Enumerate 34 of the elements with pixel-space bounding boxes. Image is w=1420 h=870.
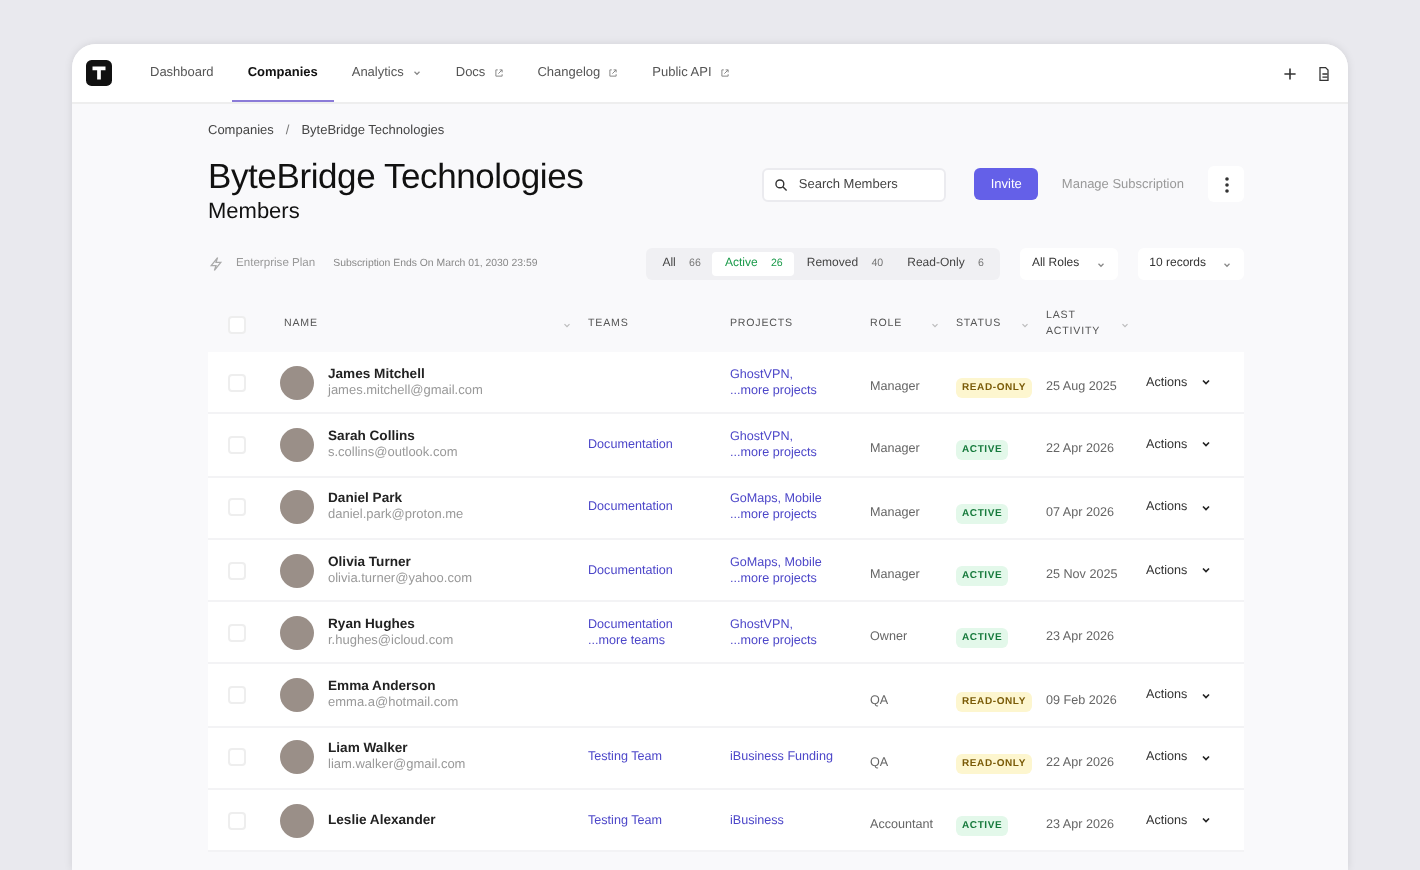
avatar [280,678,314,713]
avatar [280,365,314,400]
page-subtitle: Members [208,200,302,224]
avatar [280,615,314,650]
chevron-down-icon [1199,376,1212,389]
sort-icon[interactable] [930,320,940,330]
avatar [280,427,314,462]
external-link-icon [493,67,504,77]
chevron-down-icon [1199,814,1212,827]
search-icon [774,177,789,191]
plus-icon[interactable] [1282,65,1298,81]
avatar [280,553,314,588]
sort-icon[interactable] [1020,320,1030,330]
lightning-icon [208,256,224,272]
sort-icon[interactable] [562,320,572,330]
external-link-icon [719,67,730,77]
avatar [280,803,314,838]
more-options-button[interactable] [1208,166,1244,202]
sort-icon[interactable] [1120,320,1130,330]
avatar [280,490,314,525]
kebab-icon [1223,175,1229,193]
document-icon[interactable] [1316,65,1332,81]
chevron-down-icon [1199,501,1212,514]
caret-icon [1222,259,1232,269]
logo-icon[interactable] [86,60,112,86]
external-link-icon [608,67,619,77]
chevron-down-icon [1199,751,1212,764]
chevron-down-icon [1199,564,1212,577]
chevron-down-icon [1199,689,1212,702]
caret-icon [411,67,422,77]
avatar [280,740,314,775]
chevron-down-icon [1199,438,1212,451]
page-title: ByteBridge Technologies [208,156,584,198]
caret-icon [1095,259,1106,269]
